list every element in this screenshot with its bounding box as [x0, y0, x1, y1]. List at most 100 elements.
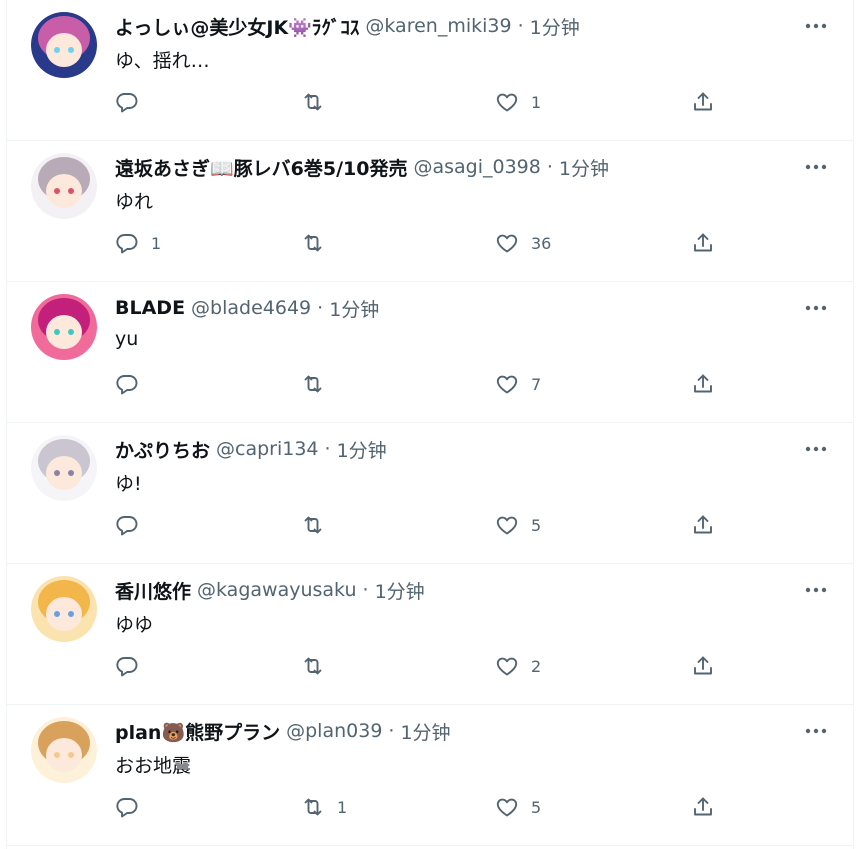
timestamp[interactable]: 1分钟 [530, 13, 580, 40]
like-icon [496, 516, 518, 535]
display-name[interactable]: よっしぃ@美少女JK👾ﾗｸﾞｺｽ [115, 13, 359, 40]
tweet[interactable]: BLADE @blade4649 · 1分钟 yu 7 [7, 282, 853, 423]
user-handle[interactable]: @kagawayusaku [197, 579, 357, 601]
like-icon [496, 375, 518, 394]
user-handle[interactable]: @plan039 [286, 720, 382, 742]
user-handle[interactable]: @karen_miki39 [365, 15, 511, 37]
share-button[interactable] [691, 370, 715, 398]
share-button[interactable] [691, 511, 715, 539]
tweet[interactable]: かぷりちお @capri134 · 1分钟 ゆ! 5 [7, 423, 853, 564]
more-button[interactable] [803, 298, 829, 318]
more-button[interactable] [803, 157, 829, 177]
more-icon [805, 305, 827, 311]
timestamp[interactable]: 1分钟 [559, 154, 609, 181]
display-name[interactable]: BLADE [115, 297, 185, 319]
share-button[interactable] [691, 652, 715, 680]
reply-button[interactable] [115, 652, 151, 680]
timestamp[interactable]: 1分钟 [329, 295, 379, 322]
timestamp[interactable]: 1分钟 [337, 436, 387, 463]
share-button[interactable] [691, 793, 715, 821]
tweet-text: yu [115, 328, 139, 350]
more-icon [805, 587, 827, 593]
reply-button[interactable]: 1 [115, 229, 161, 257]
more-icon [805, 164, 827, 170]
tweet-text: ゆ! [115, 473, 142, 495]
like-count: 1 [531, 92, 542, 112]
user-handle[interactable]: @capri134 [216, 438, 319, 460]
reply-icon [116, 657, 138, 677]
reply-button[interactable] [115, 370, 151, 398]
tweet-text: おお地震 [115, 755, 192, 777]
avatar-image [31, 576, 97, 642]
like-count: 36 [531, 233, 552, 253]
tweet[interactable]: 遠坂あさぎ📖豚レバ6巻5/10発売 @asagi_0398 · 1分钟 ゆれ 1 [7, 141, 853, 282]
retweet-count: 1 [337, 797, 348, 817]
more-button[interactable] [803, 439, 829, 459]
like-button[interactable]: 1 [495, 88, 541, 116]
avatar[interactable] [31, 12, 97, 78]
avatar-image [31, 294, 97, 360]
reply-button[interactable] [115, 793, 151, 821]
share-icon [694, 656, 712, 675]
avatar-image [31, 435, 97, 501]
tweet-text: ゆれ [115, 191, 154, 213]
avatar[interactable] [31, 435, 97, 501]
like-count: 5 [531, 797, 542, 817]
more-button[interactable] [803, 16, 829, 36]
retweet-button[interactable] [301, 652, 337, 680]
display-name[interactable]: 遠坂あさぎ📖豚レバ6巻5/10発売 [115, 154, 407, 181]
like-count: 2 [531, 656, 542, 676]
retweet-button[interactable] [301, 370, 337, 398]
display-name[interactable]: 香川悠作 [115, 577, 191, 604]
separator-dot: · [388, 720, 395, 742]
share-button[interactable] [691, 229, 715, 257]
separator-dot: · [324, 438, 331, 460]
display-name[interactable]: かぷりちお [115, 436, 210, 463]
more-icon [805, 728, 827, 734]
tweet-header: かぷりちお @capri134 · 1分钟 [115, 435, 783, 463]
reply-button[interactable] [115, 511, 151, 539]
avatar-image [31, 12, 97, 78]
timestamp[interactable]: 1分钟 [375, 577, 425, 604]
separator-dot: · [362, 579, 369, 601]
like-button[interactable]: 5 [495, 793, 541, 821]
tweet-header: 遠坂あさぎ📖豚レバ6巻5/10発売 @asagi_0398 · 1分钟 [115, 153, 783, 181]
like-icon [496, 657, 518, 676]
tweet[interactable]: plan🐻熊野プラン @plan039 · 1分钟 おお地震 1 5 [7, 705, 853, 846]
reply-icon [116, 516, 138, 536]
share-icon [694, 797, 712, 816]
like-icon [496, 234, 518, 253]
tweet[interactable]: 香川悠作 @kagawayusaku · 1分钟 ゆゆ 2 [7, 564, 853, 705]
like-button[interactable]: 36 [495, 229, 551, 257]
avatar[interactable] [31, 153, 97, 219]
reply-button[interactable] [115, 88, 151, 116]
like-button[interactable]: 7 [495, 370, 541, 398]
avatar[interactable] [31, 294, 97, 360]
reply-icon [116, 234, 138, 254]
like-button[interactable]: 2 [495, 652, 541, 680]
share-button[interactable] [691, 88, 715, 116]
more-icon [805, 446, 827, 452]
timestamp[interactable]: 1分钟 [400, 718, 450, 745]
tweet-actions: 2 [115, 652, 725, 680]
user-handle[interactable]: @blade4649 [191, 297, 311, 319]
more-button[interactable] [803, 580, 829, 600]
share-icon [694, 374, 712, 393]
tweet-header: 香川悠作 @kagawayusaku · 1分钟 [115, 576, 783, 604]
user-handle[interactable]: @asagi_0398 [413, 156, 540, 178]
display-name[interactable]: plan🐻熊野プラン [115, 718, 280, 745]
tweet-actions: 5 [115, 511, 725, 539]
avatar[interactable] [31, 576, 97, 642]
retweet-icon [304, 375, 322, 393]
retweet-button[interactable] [301, 511, 337, 539]
retweet-button[interactable] [301, 229, 337, 257]
like-button[interactable]: 5 [495, 511, 541, 539]
like-icon [496, 93, 518, 112]
tweet[interactable]: よっしぃ@美少女JK👾ﾗｸﾞｺｽ @karen_miki39 · 1分钟 ゆ、揺… [7, 0, 853, 141]
tweet-actions: 1 5 [115, 793, 725, 821]
retweet-icon [304, 93, 322, 111]
retweet-button[interactable]: 1 [301, 793, 347, 821]
retweet-button[interactable] [301, 88, 337, 116]
more-button[interactable] [803, 721, 829, 741]
avatar[interactable] [31, 717, 97, 783]
